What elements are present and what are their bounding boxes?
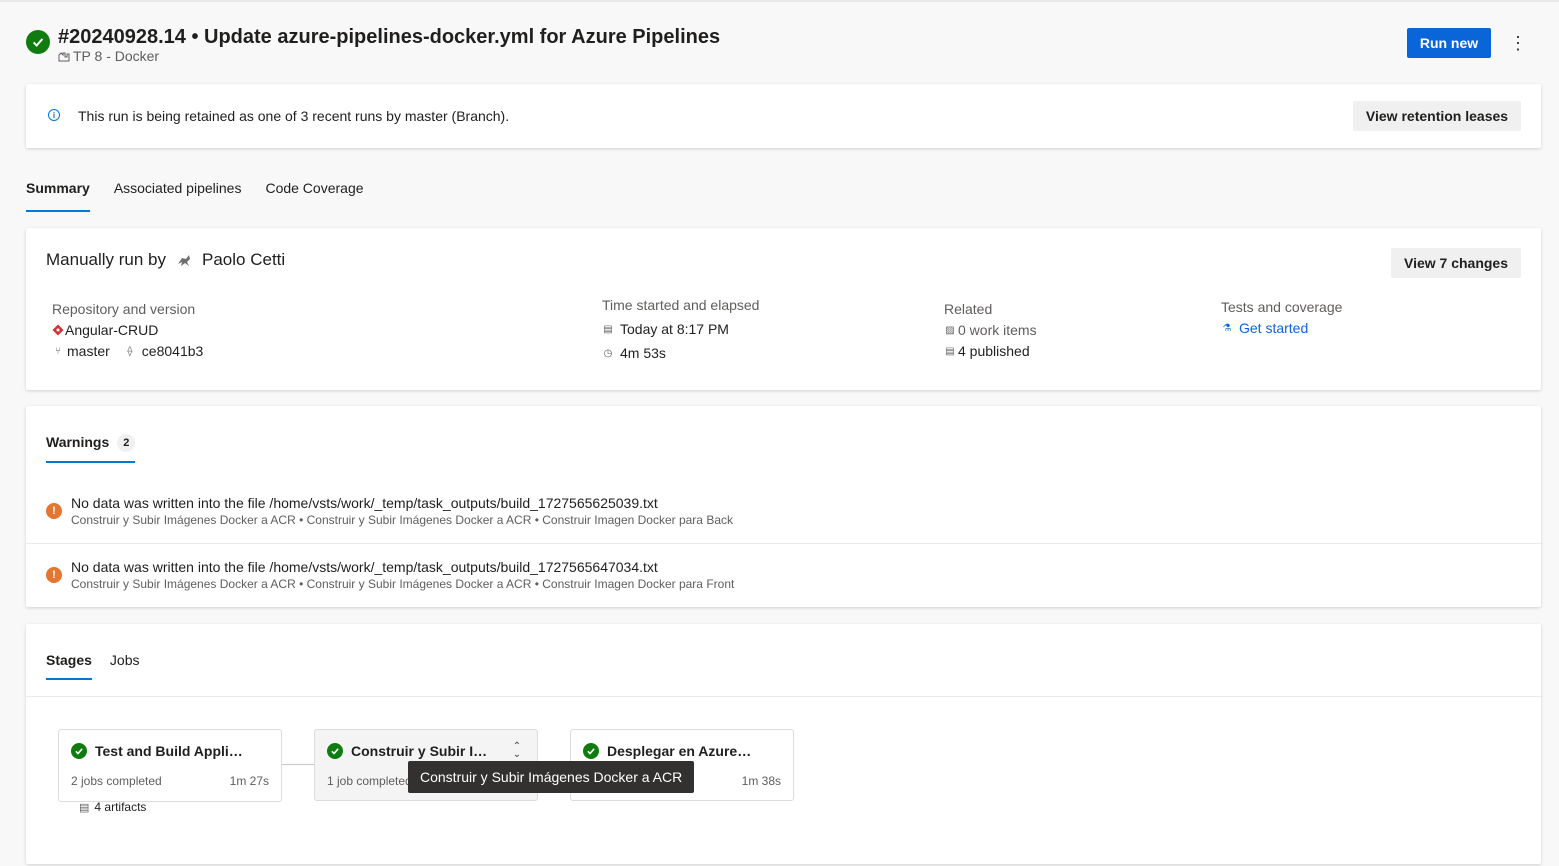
- pipeline-icon: [58, 52, 70, 62]
- retention-message: This run is being retained as one of 3 r…: [78, 108, 510, 124]
- tab-code-coverage[interactable]: Code Coverage: [265, 180, 363, 212]
- work-items-icon: ▨: [945, 324, 955, 336]
- warning-message: No data was written into the file /home/…: [71, 559, 658, 575]
- stages-tabs: Stages Jobs: [46, 652, 140, 680]
- expand-collapse-icon[interactable]: ⌃ ⌄: [511, 742, 523, 760]
- run-new-button[interactable]: Run new: [1407, 28, 1491, 58]
- clock-icon: ◷: [603, 347, 613, 359]
- stage-card-test-build[interactable]: Test and Build Appli… 2 jobs completed 1…: [58, 729, 282, 814]
- artifact-icon: ▤: [79, 801, 90, 814]
- stage-duration: 1m 38s: [741, 774, 781, 788]
- start-time: Today at 8:17 PM: [620, 321, 729, 337]
- warnings-label: Warnings: [46, 434, 110, 450]
- retention-banner: i This run is being retained as one of 3…: [26, 84, 1541, 148]
- success-check-icon: [327, 743, 343, 759]
- view-changes-button[interactable]: View 7 changes: [1391, 248, 1521, 278]
- warning-path: Construir y Subir Imágenes Docker a ACR …: [71, 577, 735, 591]
- git-repo-icon: [52, 324, 64, 336]
- related-label: Related: [944, 301, 993, 317]
- warnings-count-badge: 2: [117, 434, 136, 452]
- repository-label: Repository and version: [52, 301, 196, 317]
- stage-artifacts-label: 4 artifacts: [94, 800, 147, 814]
- commit-icon: ⟠: [127, 345, 133, 357]
- run-header: #20240928.14 • Update azure-pipelines-do…: [26, 26, 1541, 70]
- run-tabs: Summary Associated pipelines Code Covera…: [26, 180, 364, 212]
- warning-path: Construir y Subir Imágenes Docker a ACR …: [71, 513, 733, 527]
- branch-icon: ⑂: [55, 345, 61, 357]
- warnings-card: Warnings 2 ! No data was written into th…: [26, 406, 1541, 607]
- run-title: #20240928.14 • Update azure-pipelines-do…: [58, 26, 721, 48]
- time-label: Time started and elapsed: [602, 297, 760, 313]
- published-artifacts[interactable]: 4 published: [958, 343, 1030, 359]
- success-check-icon: [26, 30, 50, 54]
- stage-name: Desplegar en Azure…: [607, 743, 752, 759]
- time-section: Time started and elapsed ▤ Today at 8:17…: [602, 297, 759, 361]
- stage-name: Construir y Subir I…: [351, 743, 488, 759]
- pipeline-name: TP 8 - Docker: [73, 48, 160, 64]
- stage-jobs: 2 jobs completed: [71, 774, 162, 788]
- avatar: [178, 255, 191, 266]
- success-check-icon: [71, 743, 87, 759]
- manual-run-line: Manually run by Paolo Cetti: [46, 250, 285, 270]
- stage-connector: [282, 764, 314, 765]
- warning-item[interactable]: ! No data was written into the file /hom…: [26, 479, 1541, 543]
- pipeline-link[interactable]: TP 8 - Docker: [58, 48, 159, 64]
- tab-stages[interactable]: Stages: [46, 652, 92, 680]
- tab-summary[interactable]: Summary: [26, 180, 90, 212]
- warning-icon: !: [46, 567, 62, 583]
- commit-hash[interactable]: ce8041b3: [142, 343, 204, 359]
- repository-name[interactable]: Angular-CRUD: [65, 322, 158, 338]
- top-border: [0, 0, 1559, 2]
- stage-duration: 1m 27s: [229, 774, 269, 788]
- manual-run-prefix: Manually run by: [46, 250, 167, 269]
- stage-jobs: 1 job completed: [327, 774, 412, 788]
- tests-section: Tests and coverage ⚗ Get started: [1221, 299, 1342, 336]
- stage-artifacts-link[interactable]: ▤ 4 artifacts: [79, 800, 146, 814]
- info-icon: i: [48, 109, 60, 121]
- related-section: Related ▨ 0 work items ▤ 4 published: [944, 301, 1037, 359]
- work-items-count: 0 work items: [958, 322, 1037, 338]
- get-started-link[interactable]: Get started: [1239, 320, 1308, 336]
- branch-name[interactable]: master: [67, 343, 110, 359]
- flask-icon: ⚗: [1222, 322, 1232, 334]
- repository-section: Repository and version Angular-CRUD ⑂ ma…: [52, 301, 203, 359]
- artifact-icon: ▤: [945, 345, 955, 357]
- tab-jobs[interactable]: Jobs: [110, 652, 140, 680]
- stages-divider: [26, 696, 1541, 697]
- more-actions-icon[interactable]: ⋮: [1506, 28, 1530, 58]
- stage-tooltip: Construir y Subir Imágenes Docker a ACR: [408, 761, 695, 793]
- summary-card: Manually run by Paolo Cetti View 7 chang…: [26, 228, 1541, 390]
- warning-icon: !: [46, 503, 62, 519]
- user-name[interactable]: Paolo Cetti: [202, 250, 285, 270]
- warning-message: No data was written into the file /home/…: [71, 495, 658, 511]
- elapsed-time: 4m 53s: [620, 345, 666, 361]
- stage-name: Test and Build Appli…: [95, 743, 243, 759]
- tab-associated-pipelines[interactable]: Associated pipelines: [114, 180, 242, 212]
- tests-label: Tests and coverage: [1221, 299, 1343, 315]
- view-retention-leases-button[interactable]: View retention leases: [1353, 101, 1521, 131]
- stages-card: Stages Jobs Test and Build Appli… 2 jobs…: [26, 624, 1541, 864]
- tab-warnings[interactable]: Warnings 2: [46, 434, 136, 463]
- calendar-icon: ▤: [603, 323, 613, 335]
- warning-item[interactable]: ! No data was written into the file /hom…: [26, 543, 1541, 607]
- success-check-icon: [583, 743, 599, 759]
